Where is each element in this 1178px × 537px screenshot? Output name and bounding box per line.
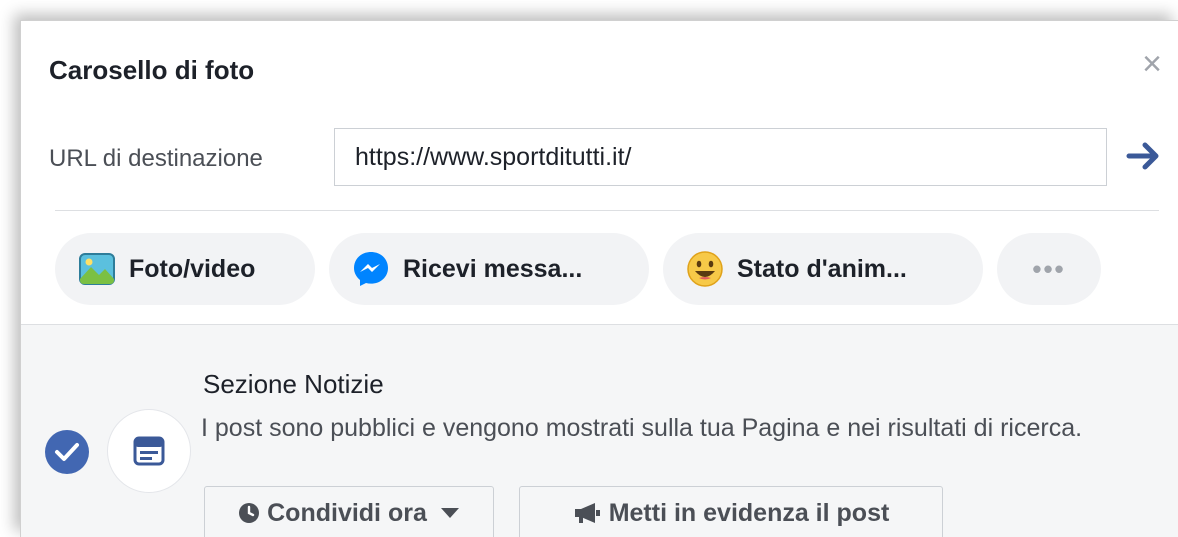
- messenger-icon: [354, 252, 388, 286]
- more-options-button[interactable]: •••: [997, 233, 1101, 305]
- photo-video-label: Foto/video: [129, 254, 256, 283]
- clock-icon: [239, 503, 260, 523]
- share-now-label: Condividi ora: [267, 498, 427, 527]
- destination-url-label: URL di destinazione: [49, 145, 263, 172]
- smiley-icon: [687, 251, 723, 287]
- news-feed-icon: [133, 436, 165, 466]
- photo-icon: [79, 253, 115, 285]
- more-icon: •••: [1032, 253, 1066, 284]
- destination-url-input[interactable]: [334, 128, 1107, 186]
- boost-post-label: Metti in evidenza il post: [608, 498, 890, 527]
- get-messages-button[interactable]: Ricevi messa...: [329, 233, 649, 305]
- get-messages-label: Ricevi messa...: [403, 254, 583, 283]
- close-button[interactable]: ×: [1137, 47, 1167, 81]
- dialog-title: Carosello di foto: [49, 55, 255, 85]
- photo-video-button[interactable]: Foto/video: [55, 233, 315, 305]
- checkmark-icon: [55, 443, 79, 461]
- feeling-activity-label: Stato d'anim...: [737, 254, 907, 283]
- submit-url-button[interactable]: [1121, 133, 1167, 179]
- share-now-button[interactable]: Condividi ora: [204, 486, 494, 537]
- news-feed-icon-badge: [107, 409, 191, 493]
- carousel-dialog: Carosello di foto × URL di destinazione …: [20, 20, 1178, 537]
- news-feed-description: I post sono pubblici e vengono mostrati …: [201, 414, 1083, 442]
- caret-down-icon: [440, 508, 459, 518]
- placement-section: Sezione Notizie I post sono pubblici e v…: [21, 324, 1178, 537]
- feeling-activity-button[interactable]: Stato d'anim...: [663, 233, 983, 305]
- news-feed-title: Sezione Notizie: [203, 369, 384, 399]
- boost-post-button[interactable]: Metti in evidenza il post: [519, 486, 943, 537]
- megaphone-icon: [574, 503, 600, 523]
- divider: [55, 210, 1159, 211]
- arrow-right-icon: [1126, 142, 1159, 170]
- news-feed-checkbox[interactable]: [45, 430, 89, 474]
